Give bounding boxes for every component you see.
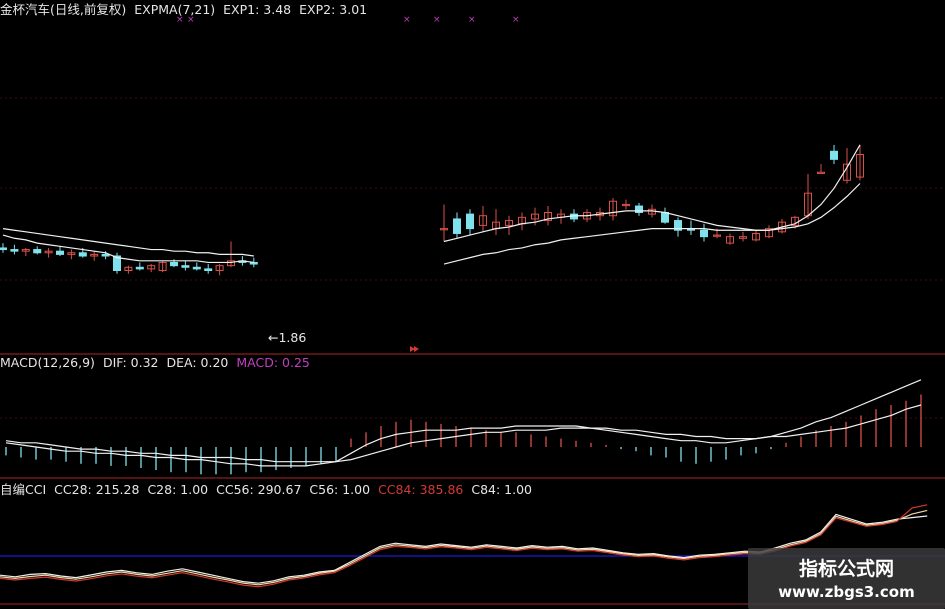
candle-body (453, 218, 461, 234)
c56-value: C56: 1.00 (309, 482, 371, 497)
candle-body (700, 229, 708, 238)
halt-marker-icon (410, 346, 419, 352)
c28-value: C28: 1.00 (147, 482, 209, 497)
exp2-value: EXP2: 3.01 (299, 2, 368, 17)
event-marker: × (403, 15, 411, 25)
price-panel (0, 144, 864, 352)
macd-value: MACD: 0.25 (236, 355, 310, 370)
candle-body (78, 252, 87, 257)
macd-header: MACD(12,26,9) DIF: 0.32 DEA: 0.20 MACD: 0.2… (0, 355, 318, 370)
event-marker: × (512, 15, 520, 25)
price-header: 金杯汽车(日线,前复权) EXPMA(7,21) EXP1: 3.48 EXP2: 3… (0, 0, 375, 18)
cc28-value: CC28: 215.28 (54, 482, 140, 497)
price-title: 金杯汽车(日线,前复权) (0, 2, 127, 17)
candle-body (817, 171, 825, 174)
candle-body (181, 265, 190, 268)
event-marker: × (433, 15, 441, 25)
macd-title: MACD(12,26,9) (0, 355, 95, 370)
dea-value: DEA: 0.20 (166, 355, 229, 370)
cci-header: 自编CCI CC28: 215.28 C28: 1.00 CC56: 290.67 C5… (0, 479, 540, 498)
exp1-value: EXP1: 3.48 (223, 2, 292, 17)
exp1-line (2, 234, 254, 264)
expma-label: EXPMA(7,21) (134, 2, 216, 17)
candle-body (204, 268, 213, 271)
event-marker: × (468, 15, 476, 25)
exp2-line (443, 183, 861, 265)
candle-body (135, 266, 144, 270)
candle-body (661, 212, 669, 223)
chart-stage: × × × × × × 金杯汽车(日线,前复权) EXPMA(7,21) EXP1: 3.48… (0, 0, 945, 609)
c84-value: C84: 1.00 (471, 482, 533, 497)
watermark: 指标公式网 www.zbgs3.com (748, 548, 945, 609)
candle-body (10, 249, 19, 252)
dif-value: DIF: 0.32 (102, 355, 159, 370)
cci-title: 自编CCI (0, 482, 47, 497)
watermark-url: www.zbgs3.com (778, 583, 915, 601)
candle-body (635, 205, 643, 214)
candle-body (33, 249, 42, 254)
candle-body (101, 253, 110, 257)
min-price-annotation: ←1.86 (268, 330, 307, 345)
candle-body (0, 247, 7, 251)
watermark-title: 指标公式网 (798, 558, 894, 580)
exp1-line (443, 144, 861, 243)
candle-body (192, 266, 201, 270)
candle-body (56, 250, 64, 255)
chart-canvas: × × × × × × (0, 15, 945, 605)
candle-body (830, 150, 838, 160)
candle-body (466, 213, 474, 230)
macd-panel (5, 379, 922, 475)
grid: × × × × × × (0, 15, 945, 605)
cc56-value: CC56: 290.67 (216, 482, 302, 497)
cc84-value: CC84: 385.86 (378, 482, 464, 497)
candle-body (170, 261, 178, 267)
